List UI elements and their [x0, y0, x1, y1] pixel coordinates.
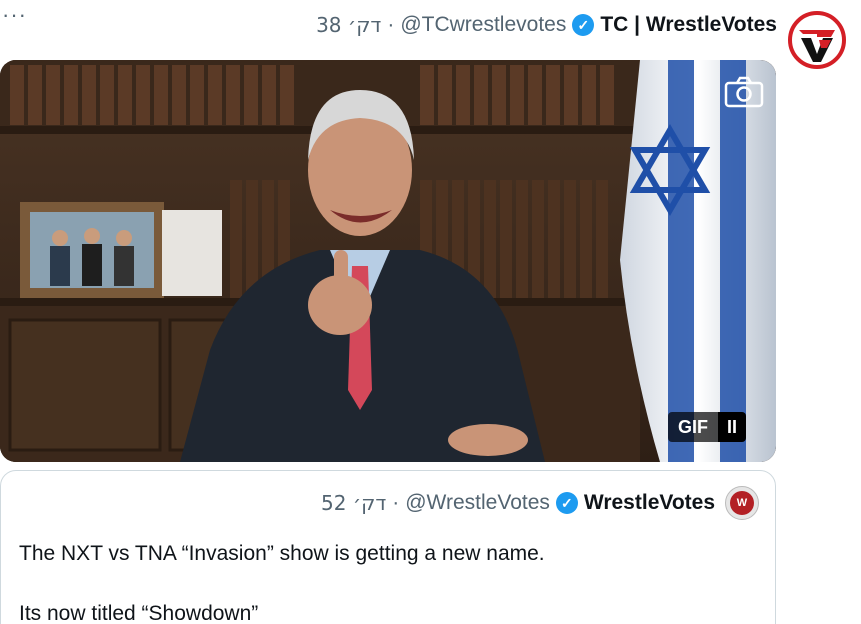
- more-options-button[interactable]: ···: [2, 4, 27, 26]
- wrestlevotes-logo-icon: [788, 11, 846, 69]
- gif-preview-image: [0, 60, 776, 462]
- quoted-text-line: The NXT vs TNA “Invasion” show is gettin…: [19, 542, 545, 565]
- tweet-timestamp[interactable]: 38 דק׳: [316, 13, 381, 37]
- gif-label: GIF: [668, 412, 718, 442]
- quoted-author-display-name[interactable]: WrestleVotes: [584, 491, 715, 515]
- pause-icon[interactable]: II: [718, 412, 746, 442]
- avatar-logo: W: [730, 491, 754, 515]
- quoted-timestamp[interactable]: 52 דק׳: [321, 491, 386, 515]
- quoted-tweet-text: The NXT vs TNA “Invasion” show is gettin…: [19, 539, 545, 624]
- gif-controls: GIF II: [668, 412, 746, 442]
- quoted-text-line: Its now titled “Showdown”: [19, 602, 259, 624]
- quoted-tweet-header: 52 דק׳ · @WrestleVotes ✓ WrestleVotes W: [321, 486, 759, 520]
- verified-badge-icon: ✓: [555, 492, 578, 514]
- author-display-name[interactable]: TC | WrestleVotes: [600, 13, 777, 37]
- author-avatar[interactable]: [787, 10, 847, 70]
- gif-media[interactable]: [0, 60, 776, 462]
- tweet-header: 38 דק׳ · @TCwrestlevotes ✓ TC | WrestleV…: [316, 10, 777, 40]
- verified-badge-icon: ✓: [572, 14, 595, 36]
- camera-icon[interactable]: [724, 76, 764, 108]
- separator-dot: ·: [392, 491, 400, 514]
- author-handle[interactable]: @TCwrestlevotes: [400, 13, 566, 37]
- quoted-author-avatar[interactable]: W: [725, 486, 759, 520]
- separator-dot: ·: [387, 13, 395, 36]
- quoted-tweet[interactable]: 52 דק׳ · @WrestleVotes ✓ WrestleVotes W …: [0, 470, 776, 624]
- quoted-author-handle[interactable]: @WrestleVotes: [405, 491, 550, 515]
